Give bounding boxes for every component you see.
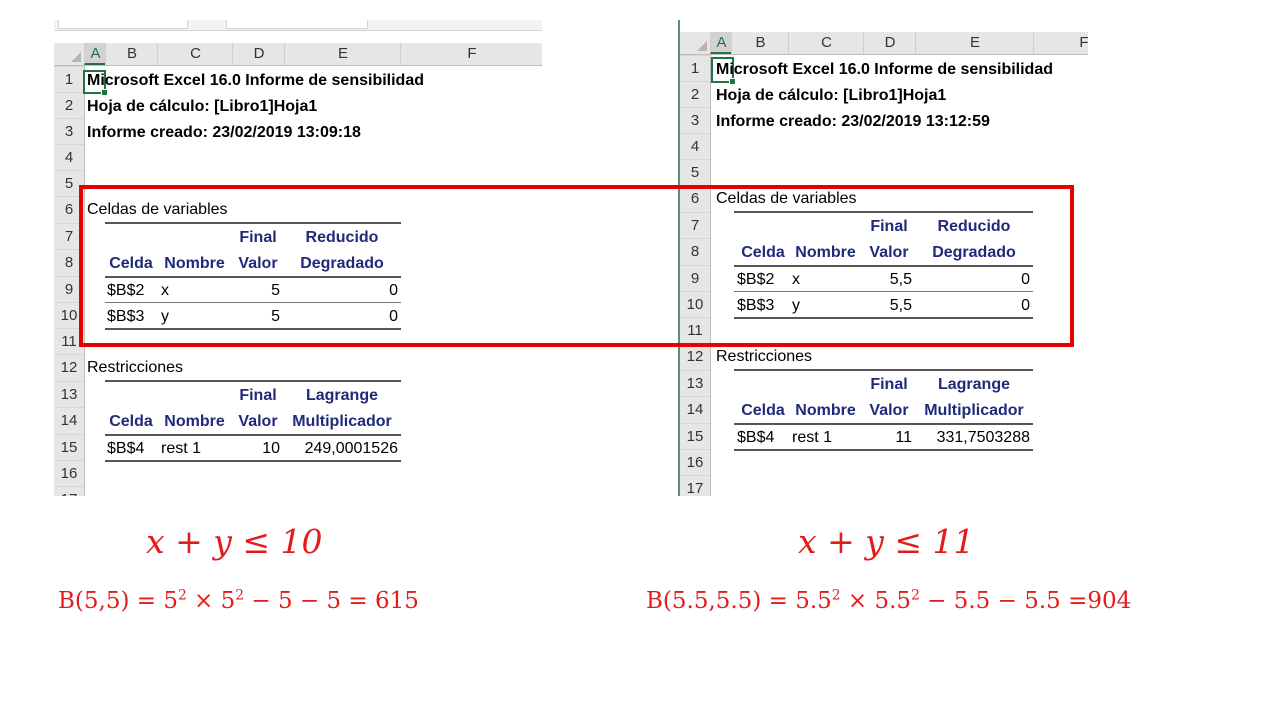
table-rule [105, 380, 401, 382]
row-header[interactable]: 13 [680, 370, 710, 396]
row-header[interactable]: 3 [54, 118, 84, 144]
header-final: Final [870, 376, 908, 393]
col-header-f[interactable]: F [1033, 32, 1088, 54]
row-header[interactable]: 17 [54, 486, 84, 496]
row-header[interactable]: 5 [680, 159, 710, 185]
left-tab-2[interactable] [226, 20, 368, 29]
cons-cell: $B$4 [737, 429, 775, 446]
row-header[interactable]: 15 [54, 434, 84, 460]
exponent: 2 [177, 587, 187, 604]
row-header[interactable]: 12 [54, 354, 84, 380]
header-lagrange: Lagrange [937, 376, 1010, 393]
row-header[interactable]: 14 [54, 407, 84, 433]
constraints-heading: Restricciones [87, 359, 184, 376]
left-constraint-formula: x + y ≤ 10 [146, 522, 323, 561]
header-cell: Celda [109, 413, 153, 430]
constraints-heading: Restricciones [716, 348, 813, 365]
col-header-c[interactable]: C [157, 43, 233, 65]
row-header[interactable]: 17 [680, 475, 710, 496]
col-header-a[interactable]: A [84, 43, 106, 65]
cons-value: 11 [895, 429, 912, 446]
table-rule [734, 369, 1033, 371]
select-all-corner[interactable] [54, 43, 84, 65]
cons-value: 10 [262, 440, 280, 457]
report-title: Microsoft Excel 16.0 Informe de sensibil… [87, 72, 424, 89]
table-rule [105, 434, 401, 436]
row-header[interactable]: 13 [54, 381, 84, 407]
cons-lagrange: 331,7503288 [936, 429, 1030, 446]
cons-lagrange: 249,0001526 [304, 440, 398, 457]
header-value: Valor [869, 402, 909, 419]
header-multiplier: Multiplicador [924, 402, 1024, 419]
table-rule [105, 460, 401, 462]
select-all-corner[interactable] [680, 32, 710, 54]
col-header-b[interactable]: B [731, 32, 789, 54]
right-column-header: A B C D E F [680, 32, 1088, 55]
col-header-d[interactable]: D [863, 32, 916, 54]
row-header[interactable]: 3 [680, 107, 710, 133]
header-multiplier: Multiplicador [292, 413, 392, 430]
col-header-e[interactable]: E [284, 43, 401, 65]
col-header-d[interactable]: D [232, 43, 285, 65]
left-evaluation-formula: B(5,5) = 52 × 52 − 5 − 5 = 615 [58, 588, 419, 614]
row-header[interactable]: 1 [680, 55, 710, 81]
row-header[interactable]: 4 [54, 144, 84, 170]
row-header[interactable]: 15 [680, 423, 710, 449]
row-header[interactable]: 2 [54, 92, 84, 118]
row-header[interactable]: 1 [54, 66, 84, 92]
col-header-a[interactable]: A [710, 32, 732, 54]
report-title: Microsoft Excel 16.0 Informe de sensibil… [716, 61, 1053, 78]
right-evaluation-formula: B(5.5,5.5) = 5.52 × 5.52 − 5.5 − 5.5 =90… [646, 588, 1131, 614]
row-header[interactable]: 14 [680, 396, 710, 422]
table-rule [734, 423, 1033, 425]
row-header[interactable]: 4 [680, 133, 710, 159]
left-tab-bar [54, 20, 542, 31]
col-header-f[interactable]: F [400, 43, 542, 65]
formula-part: B(5.5,5.5) = 5.5 [646, 588, 832, 614]
header-value: Valor [238, 413, 278, 430]
formula-part: B(5,5) = 5 [58, 588, 178, 614]
left-tab-1[interactable] [58, 20, 188, 29]
cons-name: rest 1 [792, 429, 833, 446]
row-header[interactable]: 16 [680, 449, 710, 475]
col-header-b[interactable]: B [105, 43, 158, 65]
left-column-header: A B C D E F [54, 43, 542, 66]
header-cell: Celda [741, 402, 785, 419]
right-constraint-formula: x + y ≤ 11 [798, 522, 975, 561]
cons-name: rest 1 [161, 440, 202, 457]
header-name: Nombre [164, 413, 225, 430]
col-header-e[interactable]: E [915, 32, 1034, 54]
report-created: Informe creado: 23/02/2019 13:12:59 [716, 113, 990, 130]
formula-part: × 5.5 [840, 588, 912, 614]
report-sheet: Hoja de cálculo: [Libro1]Hoja1 [716, 87, 947, 104]
row-header[interactable]: 16 [54, 460, 84, 486]
report-sheet: Hoja de cálculo: [Libro1]Hoja1 [87, 98, 318, 115]
report-created: Informe creado: 23/02/2019 13:09:18 [87, 124, 361, 141]
formula-part: − 5 − 5 = 615 [244, 588, 419, 614]
header-lagrange: Lagrange [305, 387, 378, 404]
formula-part: × 5 [186, 588, 236, 614]
header-name: Nombre [795, 402, 856, 419]
col-header-c[interactable]: C [788, 32, 864, 54]
exponent: 2 [911, 587, 920, 604]
cons-cell: $B$4 [107, 440, 145, 457]
exponent: 2 [235, 587, 245, 604]
table-rule [734, 449, 1033, 451]
formula-part: − 5.5 − 5.5 =904 [919, 588, 1132, 614]
header-final: Final [239, 387, 277, 404]
row-header[interactable]: 2 [680, 81, 710, 107]
exponent: 2 [831, 587, 841, 604]
variables-highlight-box [79, 185, 1074, 347]
